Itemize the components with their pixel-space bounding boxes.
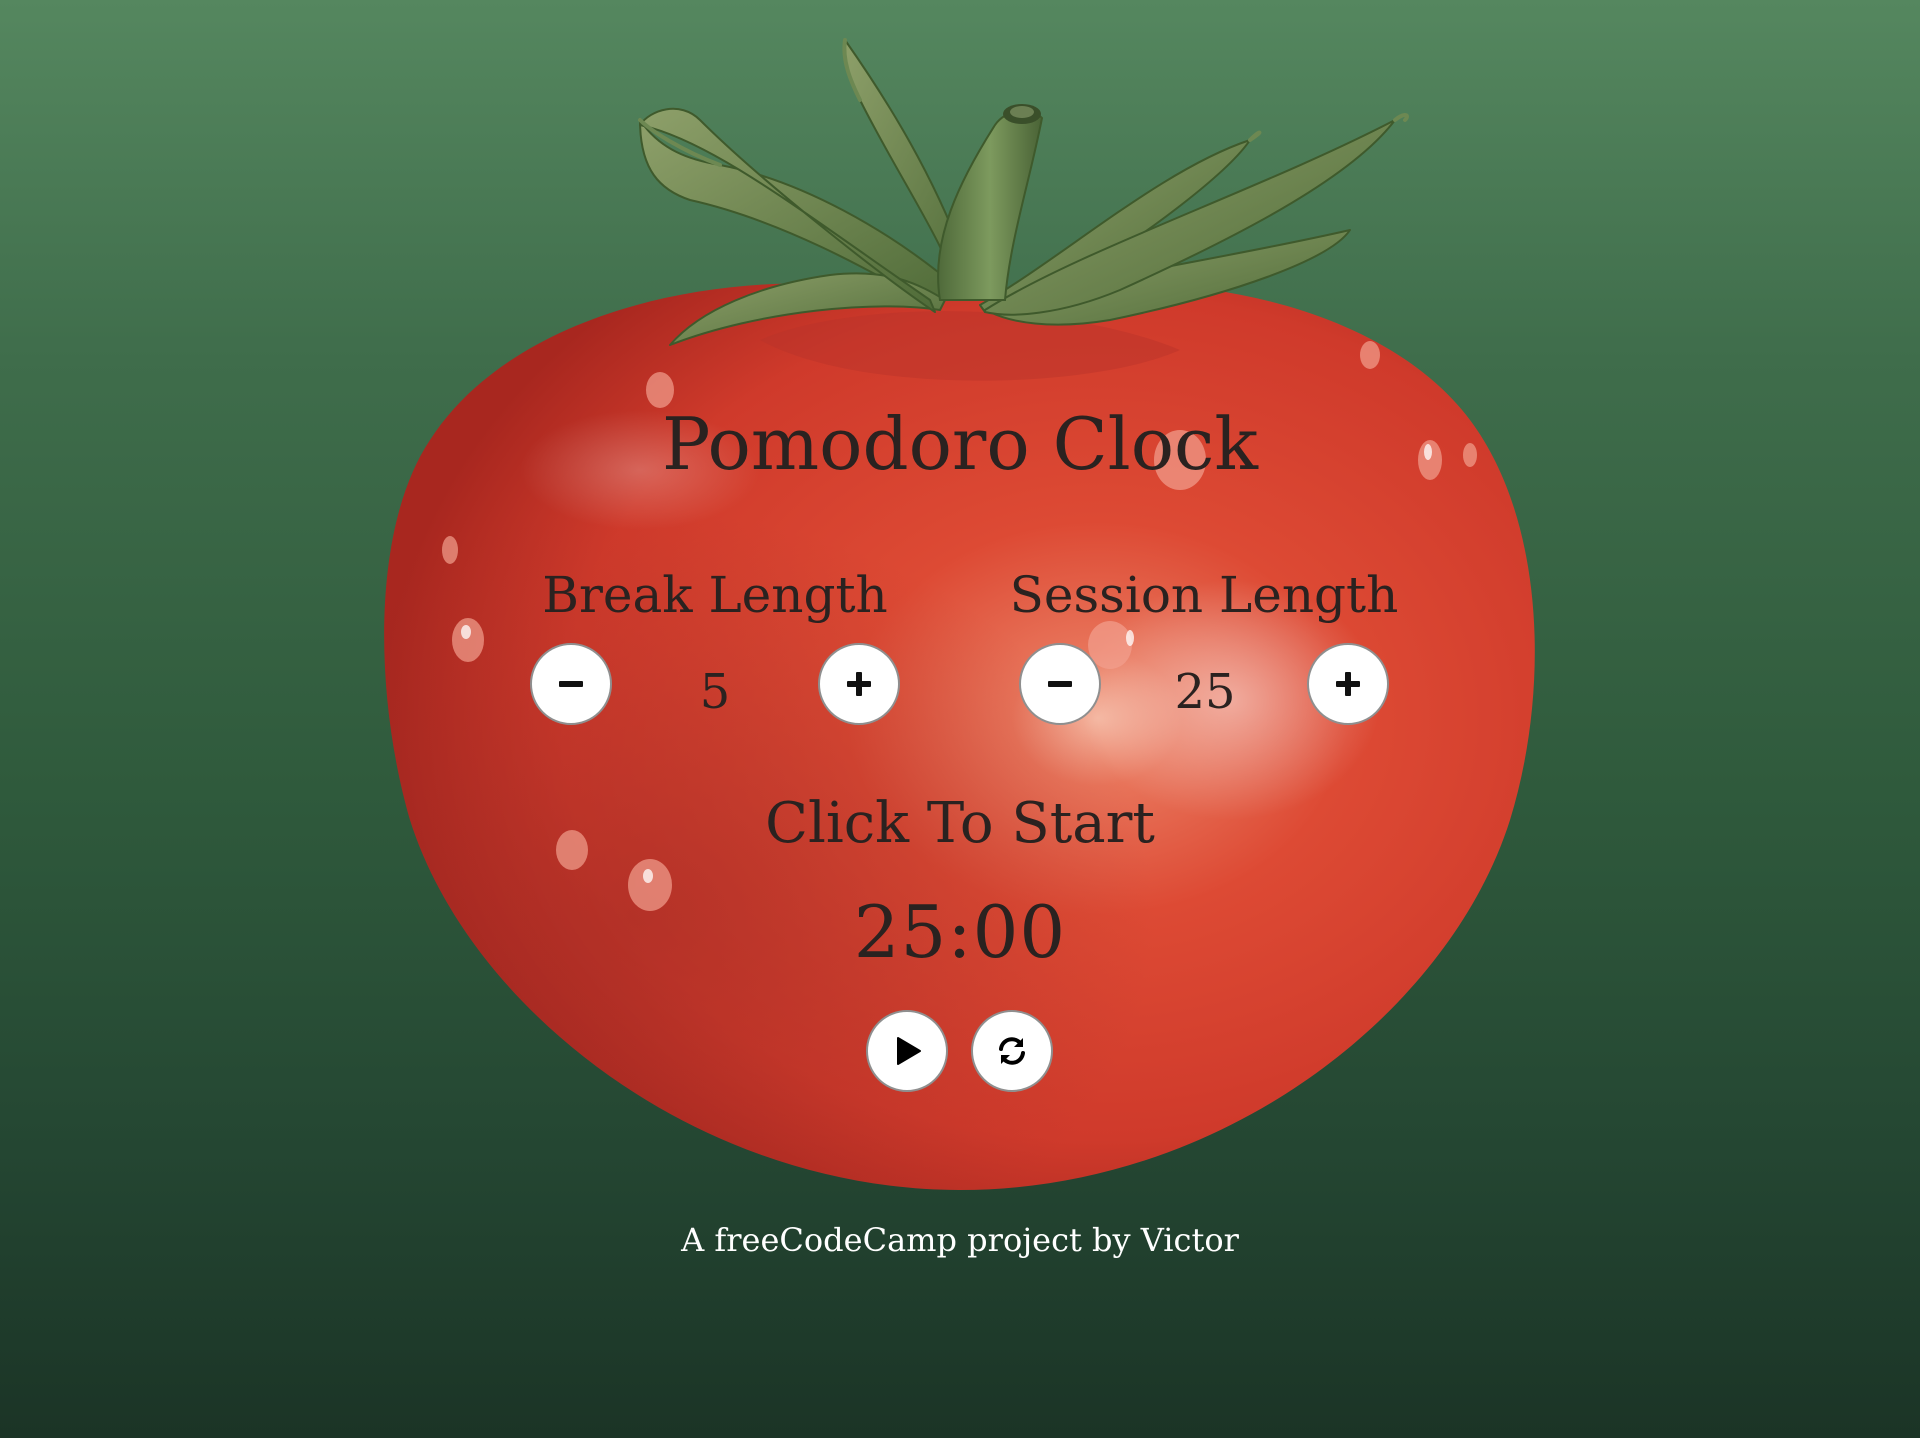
play-icon bbox=[897, 1037, 921, 1065]
timer-display: 25:00 bbox=[853, 890, 1067, 974]
refresh-icon bbox=[999, 1037, 1025, 1065]
session-length-value: 25 bbox=[1174, 664, 1236, 720]
session-increment-button[interactable] bbox=[1307, 643, 1389, 725]
break-decrement-button[interactable] bbox=[530, 643, 612, 725]
break-increment-button[interactable] bbox=[818, 643, 900, 725]
break-length-label: Break Length bbox=[542, 566, 888, 624]
reset-button[interactable] bbox=[971, 1010, 1053, 1092]
footer-credit: A freeCodeCamp project by Victor bbox=[681, 1221, 1239, 1259]
session-length-label: Session Length bbox=[1009, 566, 1399, 624]
session-decrement-button[interactable] bbox=[1019, 643, 1101, 725]
plus-icon bbox=[1336, 672, 1360, 696]
minus-icon bbox=[559, 681, 583, 687]
app-stage: Pomodoro Clock Break Length Session Leng… bbox=[0, 0, 1920, 1438]
play-button[interactable] bbox=[866, 1010, 948, 1092]
page-title: Pomodoro Clock bbox=[661, 402, 1258, 486]
plus-icon bbox=[847, 672, 871, 696]
timer-status-label[interactable]: Click To Start bbox=[0, 796, 1920, 852]
break-length-value: 5 bbox=[699, 664, 731, 720]
minus-icon bbox=[1048, 681, 1072, 687]
